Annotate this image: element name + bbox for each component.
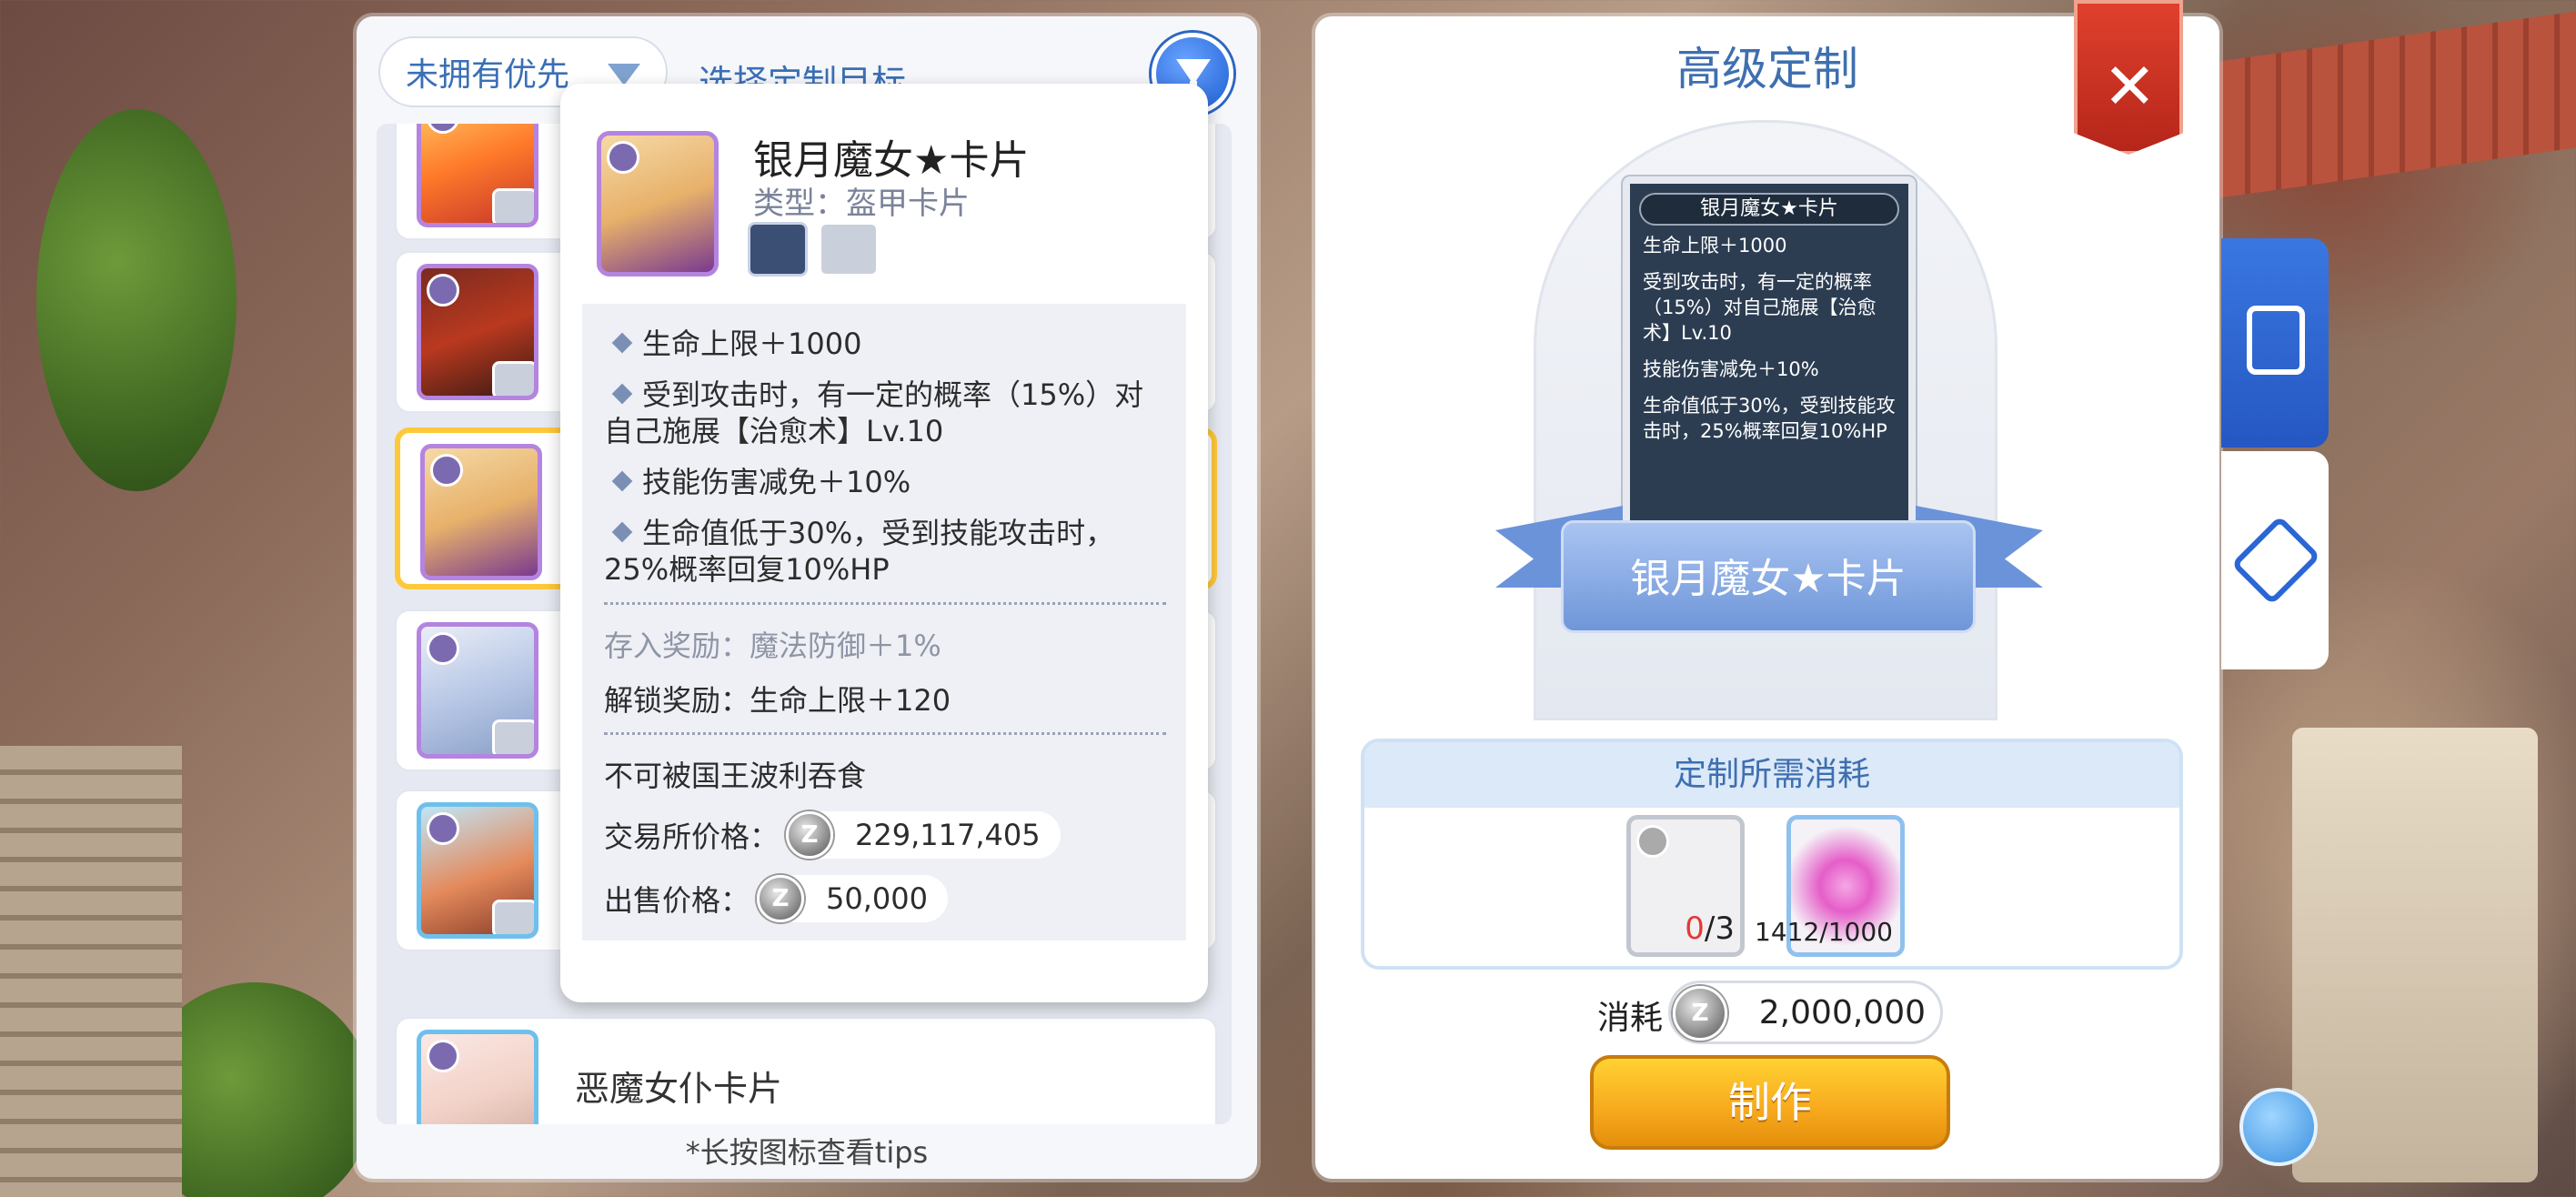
- exchange-price-row: 交易所价格： Z 229,117,405: [604, 811, 1166, 859]
- bullet-diamond-icon: [611, 521, 633, 543]
- card-badge-icon: [427, 632, 459, 665]
- material-crystal-slot[interactable]: 1412/1000: [1755, 815, 1905, 957]
- tooltip-details[interactable]: 生命上限＋1000 受到攻击时，有一定的概率（15%）对自己施展【治愈术】Lv.…: [582, 304, 1186, 940]
- exchange-price-label: 交易所价格：: [604, 820, 780, 854]
- sell-price-box: Z 50,000: [757, 875, 948, 922]
- book-icon: [492, 188, 534, 223]
- zeny-coin-icon: Z: [1673, 986, 1727, 1041]
- cost-field: Z 2,000,000: [1668, 981, 1943, 1044]
- cost-header: 定制所需消耗: [1364, 742, 2179, 808]
- background-stairs: [0, 746, 182, 1197]
- effect-line: 生命上限＋1000: [604, 326, 1166, 362]
- tooltip-card-type: 类型：盔甲卡片: [753, 186, 970, 222]
- background-roof: [2219, 11, 2576, 198]
- sell-price-label: 出售价格：: [604, 883, 750, 918]
- sort-dropdown-label: 未拥有优先: [406, 56, 570, 94]
- card-badge-icon: [427, 274, 459, 307]
- background-tower: [2292, 728, 2538, 1182]
- divider: [604, 732, 1166, 735]
- card-badge-icon: [430, 454, 463, 487]
- card-thumbnail[interactable]: [417, 264, 538, 400]
- material-count: 0/3: [1685, 910, 1735, 947]
- card-thumbnail[interactable]: [417, 124, 538, 227]
- card-name-ribbon: 银月魔女★卡片: [1561, 520, 1976, 633]
- effect-line: 生命值低于30%，受到技能攻击时，25%概率回复10%HP: [604, 516, 1115, 587]
- dropdown-triangle-icon: [608, 64, 640, 86]
- card-badge-icon: [427, 124, 459, 134]
- preview-card-title: 银月魔女★卡片: [1639, 193, 1899, 226]
- divider: [604, 602, 1166, 605]
- card-badge-icon: [607, 141, 639, 174]
- book-icon: [492, 719, 534, 754]
- cost-label: 消耗: [1597, 1000, 1664, 1037]
- card-tooltip: 银月魔女★卡片 类型：盔甲卡片 生命上限＋1000 受到攻击时，有一定的概率（1…: [560, 84, 1208, 1002]
- card-thumbnail[interactable]: [420, 444, 542, 580]
- sell-price-row: 出售价格： Z 50,000: [604, 875, 1166, 922]
- sell-price-value: 50,000: [826, 881, 928, 916]
- material-count: 1412/1000: [1755, 917, 1893, 947]
- card-thumbnail[interactable]: [417, 802, 538, 939]
- close-icon[interactable]: ✕: [2103, 49, 2157, 124]
- pencil-ruler-icon: [2230, 515, 2321, 606]
- cost-value: 2,000,000: [1758, 994, 1926, 1031]
- tooltip-card-name: 银月魔女★卡片: [753, 137, 1030, 184]
- bullet-diamond-icon: [611, 332, 633, 354]
- unlock-reward: 解锁奖励：生命上限＋120: [604, 683, 951, 718]
- exchange-price-box: Z 229,117,405: [786, 811, 1061, 859]
- list-item[interactable]: 恶魔女仆卡片 类型：盔甲卡片: [395, 1017, 1217, 1124]
- devour-note: 不可被国王波利吞食: [604, 759, 867, 793]
- magnify-card-icon[interactable]: [748, 222, 808, 277]
- card-type: 类型：盔甲卡片: [575, 1122, 766, 1124]
- card-refresh-icon: [2247, 306, 2305, 375]
- card-badge-icon: [1636, 825, 1669, 858]
- card-thumbnail[interactable]: [417, 622, 538, 759]
- magic-wand-icon[interactable]: [2239, 1088, 2318, 1166]
- effect-line: 受到攻击时，有一定的概率（15%）对自己施展【治愈术】Lv.10: [604, 377, 1144, 448]
- tooltip-card-icon: [597, 131, 719, 277]
- book-icon[interactable]: [819, 222, 879, 277]
- book-icon: [492, 900, 534, 934]
- material-card-slot[interactable]: 0/3: [1626, 815, 1745, 957]
- make-button[interactable]: 制作: [1590, 1055, 1950, 1150]
- effect-line: 技能伤害减免＋10%: [604, 464, 1166, 500]
- deposit-reward: 存入奖励：魔法防御＋1%: [604, 629, 941, 663]
- preview-card[interactable]: 银月魔女★卡片 生命上限＋1000 受到攻击时，有一定的概率（15%）对自己施展…: [1623, 176, 1916, 537]
- zeny-coin-icon: Z: [757, 875, 805, 922]
- zeny-coin-icon: Z: [786, 811, 834, 859]
- tab-card-craft[interactable]: [2221, 238, 2329, 448]
- preview-card-text: 生命上限＋1000 受到攻击时，有一定的概率（15%）对自己施展【治愈术】Lv.…: [1643, 235, 1896, 442]
- bullet-diamond-icon: [611, 470, 633, 492]
- book-icon: [492, 361, 534, 396]
- card-badge-icon: [427, 812, 459, 845]
- background-tree: [36, 109, 236, 491]
- bullet-diamond-icon: [611, 383, 633, 405]
- long-press-hint: *长按图标查看tips: [685, 1135, 929, 1170]
- card-badge-icon: [427, 1040, 459, 1072]
- tab-edit[interactable]: [2221, 451, 2329, 669]
- card-thumbnail[interactable]: [417, 1030, 538, 1124]
- exchange-price-value: 229,117,405: [855, 818, 1041, 852]
- card-name: 恶魔女仆卡片: [575, 1069, 783, 1109]
